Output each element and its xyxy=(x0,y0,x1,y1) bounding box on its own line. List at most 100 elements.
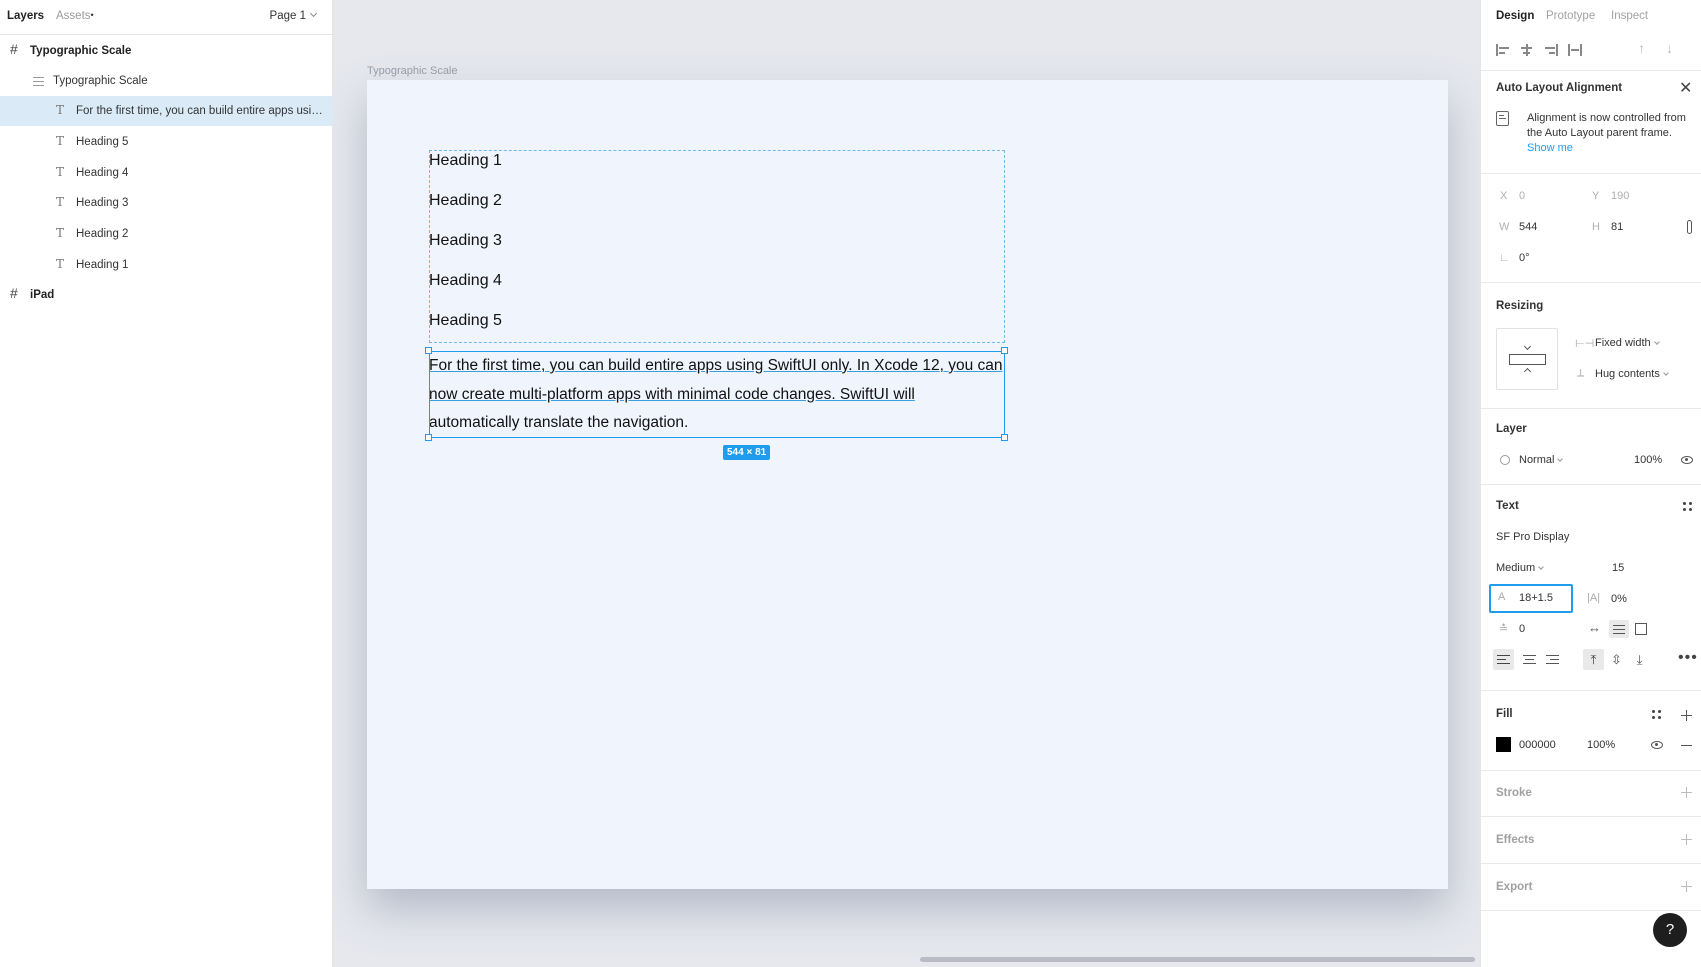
help-button[interactable]: ? xyxy=(1653,913,1687,947)
horizontal-resizing-select[interactable]: Fixed width xyxy=(1595,337,1660,349)
layer-opacity-field[interactable]: 100% xyxy=(1634,454,1662,466)
eye-icon[interactable] xyxy=(1681,456,1693,464)
add-export-icon[interactable] xyxy=(1681,881,1692,892)
chevron-down-icon xyxy=(1653,339,1660,345)
layer-item-typographic-scale-frame[interactable]: Typographic Scale xyxy=(0,36,333,66)
arrow-up-icon[interactable]: ↑ xyxy=(1638,40,1645,56)
add-stroke-icon[interactable] xyxy=(1681,787,1692,798)
remove-fill-icon[interactable] xyxy=(1681,745,1692,746)
paragraph-spacing-field[interactable]: 0 xyxy=(1519,623,1525,635)
font-weight-select[interactable]: Medium xyxy=(1496,562,1544,574)
rotation-field[interactable]: 0° xyxy=(1519,252,1530,264)
heading-5-text[interactable]: Heading 5 xyxy=(429,312,502,330)
divider xyxy=(1481,282,1701,283)
fill-hex-field[interactable]: 000000 xyxy=(1519,739,1556,751)
selection-box xyxy=(429,351,1005,438)
more-options-icon[interactable]: ••• xyxy=(1678,649,1698,667)
blend-mode-select[interactable]: Normal xyxy=(1519,454,1564,466)
close-icon[interactable]: ✕ xyxy=(1679,78,1692,98)
heading-4-text[interactable]: Heading 4 xyxy=(429,272,502,290)
layer-item-heading-4[interactable]: T Heading 4 xyxy=(0,158,333,188)
resizing-title: Resizing xyxy=(1496,300,1544,312)
chevron-down-icon xyxy=(1523,342,1532,351)
canvas[interactable]: Typographic Scale Heading 1 Heading 2 He… xyxy=(333,0,1480,967)
horizontal-scrollbar[interactable] xyxy=(920,957,1475,962)
distribute-horizontal-icon[interactable] xyxy=(1568,44,1582,56)
text-align-center-icon[interactable] xyxy=(1519,649,1540,670)
fill-opacity-field[interactable]: 100% xyxy=(1587,739,1615,751)
divider xyxy=(1481,910,1701,911)
frame-label[interactable]: Typographic Scale xyxy=(367,65,458,77)
font-family-select[interactable]: SF Pro Display xyxy=(1496,531,1569,543)
fill-color-swatch[interactable] xyxy=(1496,737,1511,752)
align-right-icon[interactable] xyxy=(1544,44,1558,56)
typographic-scale-frame[interactable]: Heading 1 Heading 2 Heading 3 Heading 4 … xyxy=(367,80,1448,889)
tab-inspect[interactable]: Inspect xyxy=(1611,10,1648,22)
eye-icon[interactable] xyxy=(1651,741,1663,749)
chevron-down-icon xyxy=(1557,456,1564,462)
heading-3-text[interactable]: Heading 3 xyxy=(429,232,502,250)
tab-design[interactable]: Design xyxy=(1496,10,1534,22)
layer-item-heading-5[interactable]: T Heading 5 xyxy=(0,127,333,157)
show-me-link[interactable]: Show me xyxy=(1527,142,1573,154)
fill-styles-icon[interactable] xyxy=(1652,710,1662,720)
align-top-icon[interactable]: ⤒ xyxy=(1583,649,1604,670)
width-field[interactable]: 544 xyxy=(1519,221,1537,233)
x-value[interactable]: 0 xyxy=(1519,190,1525,202)
vertical-resize-icon: ⟂ xyxy=(1577,367,1585,379)
text-icon: T xyxy=(56,257,65,271)
align-horizontal-center-icon[interactable] xyxy=(1520,44,1534,56)
constrain-proportions-icon[interactable] xyxy=(1687,220,1692,234)
layer-label: Heading 2 xyxy=(76,228,129,240)
layer-item-heading-1[interactable]: T Heading 1 xyxy=(0,250,333,280)
line-height-field[interactable]: A 18+1.5 xyxy=(1489,584,1573,613)
text-styles-icon[interactable] xyxy=(1683,502,1693,512)
layer-item-heading-2[interactable]: T Heading 2 xyxy=(0,219,333,249)
blend-mode-icon xyxy=(1500,455,1510,465)
height-field[interactable]: 81 xyxy=(1611,221,1623,233)
font-size-field[interactable]: 15 xyxy=(1612,562,1624,574)
text-align-right-icon[interactable] xyxy=(1542,649,1563,670)
auto-height-icon[interactable] xyxy=(1609,620,1629,638)
layer-item-ipad-frame[interactable]: iPad xyxy=(0,280,333,310)
vertical-resizing-select[interactable]: Hug contents xyxy=(1595,368,1669,380)
tab-assets[interactable]: Assets• xyxy=(56,10,94,22)
line-height-value: 18+1.5 xyxy=(1519,592,1553,604)
tab-prototype[interactable]: Prototype xyxy=(1546,10,1595,22)
vertical-resizing-label: Hug contents xyxy=(1595,368,1660,380)
horizontal-resize-icon: ⊢⊣ xyxy=(1575,338,1595,350)
letter-spacing-icon: |A| xyxy=(1587,592,1601,604)
arrow-down-icon[interactable]: ↓ xyxy=(1666,40,1673,56)
align-middle-icon[interactable]: ⇳ xyxy=(1606,649,1627,670)
rotation-icon: ∟ xyxy=(1499,252,1510,264)
heading-1-text[interactable]: Heading 1 xyxy=(429,152,502,170)
tab-assets-label: Assets xyxy=(56,10,91,22)
stroke-title: Stroke xyxy=(1496,787,1532,799)
text-title: Text xyxy=(1496,500,1519,512)
resize-handle-bottom-right[interactable] xyxy=(1001,434,1008,441)
layer-item-body-text[interactable]: T For the first time, you can build enti… xyxy=(0,96,333,126)
page-selector[interactable]: Page 1 xyxy=(270,9,318,22)
letter-spacing-field[interactable]: 0% xyxy=(1611,593,1627,605)
chevron-up-icon xyxy=(1523,367,1532,376)
divider xyxy=(1481,408,1701,409)
add-fill-icon[interactable] xyxy=(1681,710,1692,721)
divider xyxy=(1481,816,1701,817)
tab-layers[interactable]: Layers xyxy=(7,10,44,22)
fixed-size-icon[interactable] xyxy=(1635,623,1647,635)
resize-handle-top-left[interactable] xyxy=(425,347,432,354)
heading-2-text[interactable]: Heading 2 xyxy=(429,192,502,210)
resize-handle-bottom-left[interactable] xyxy=(425,434,432,441)
align-left-icon[interactable] xyxy=(1496,44,1510,56)
layer-item-heading-3[interactable]: T Heading 3 xyxy=(0,188,333,218)
auto-width-icon[interactable]: ↔ xyxy=(1588,620,1601,635)
auto-layout-message-text: Alignment is now controlled from the Aut… xyxy=(1527,112,1686,139)
text-align-left-icon[interactable] xyxy=(1493,649,1514,670)
layer-label: Heading 3 xyxy=(76,197,129,209)
y-value[interactable]: 190 xyxy=(1611,190,1629,202)
resize-handle-top-right[interactable] xyxy=(1001,347,1008,354)
add-effect-icon[interactable] xyxy=(1681,834,1692,845)
layer-item-typographic-scale-autolayout[interactable]: Typographic Scale xyxy=(0,66,333,96)
properties-panel: Design Prototype Inspect ↑ ↓ Auto Layout… xyxy=(1480,0,1701,967)
align-bottom-icon[interactable]: ⤓ xyxy=(1629,649,1650,670)
